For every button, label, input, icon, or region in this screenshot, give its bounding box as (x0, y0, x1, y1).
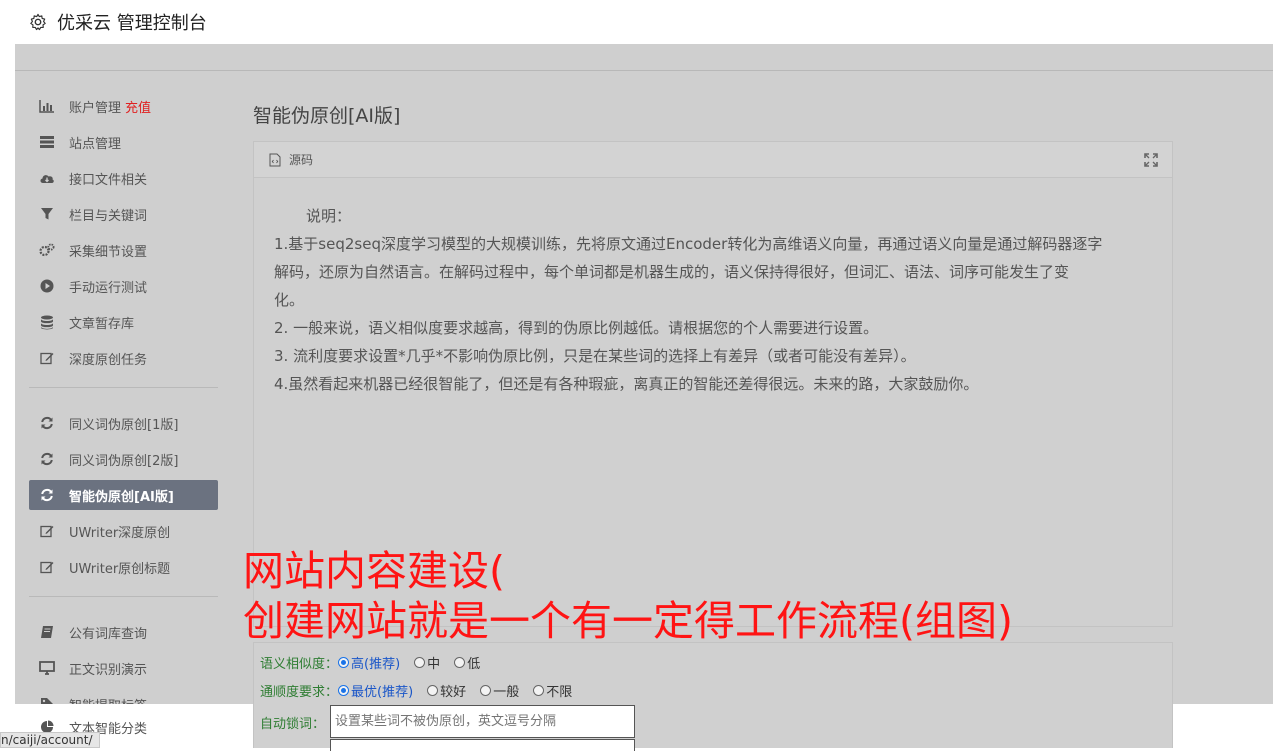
description-line: 化。 (274, 291, 305, 309)
panel-body: 说明： 1.基于seq2seq深度学习模型的大规模训练，先将原文通过Encode… (254, 178, 1172, 398)
sidebar-item-uwriter-deep[interactable]: UWriter深度原创 (29, 516, 218, 546)
description-line: 1.基于seq2seq深度学习模型的大规模训练，先将原文通过Encoder转化为… (274, 235, 1103, 253)
sidebar-item-label: 深度原创任务 (69, 352, 148, 368)
sidebar-item-account[interactable]: 账户管理 充值 (29, 91, 218, 121)
sidebar-item-uwriter-title[interactable]: UWriter原创标题 (29, 552, 218, 582)
sidebar-item-label: UWriter原创标题 (69, 561, 171, 577)
sidebar-item-interface-files[interactable]: 接口文件相关 (29, 163, 218, 193)
sidebar: 账户管理 充值 站点管理 接口文件相关 栏目与关键词 采集细节设置 手动运行测试 (29, 91, 218, 725)
sidebar-item-label: UWriter深度原创 (69, 525, 171, 541)
edit-icon (39, 523, 55, 539)
fluency-row: 通顺度要求： 最优(推荐) 较好 一般 不限 (260, 681, 586, 700)
fluency-label: 通顺度要求： (260, 685, 339, 700)
header-divider (15, 70, 1287, 71)
sidebar-item-columns-keywords[interactable]: 栏目与关键词 (29, 199, 218, 229)
book-icon (39, 624, 55, 640)
description-line: 4.虽然看起来机器已经很智能了，但还是有各种瑕疵，离真正的智能还差得很远。未来的… (274, 375, 979, 393)
overlay-caption-line2: 创建网站就是一个有一定得工作流程(组图) (243, 597, 1013, 645)
overlay-caption: 网站内容建设( 创建网站就是一个有一定得工作流程(组图) (243, 546, 1013, 646)
similarity-label: 语义相似度： (260, 657, 339, 672)
fluency-good-radio[interactable]: 较好 (427, 681, 466, 700)
edit-icon (39, 350, 55, 366)
bar-chart-icon (39, 98, 55, 114)
panel-header: 源码 (254, 142, 1172, 178)
status-url: n/caiji/account/ (0, 732, 100, 748)
sidebar-item-deep-original[interactable]: 深度原创任务 (29, 343, 218, 373)
sidebar-item-label: 站点管理 (69, 136, 122, 152)
refresh-icon (39, 415, 55, 431)
lock-words-label: 自动锁词： (260, 717, 326, 732)
refresh-icon (39, 451, 55, 467)
source-textarea[interactable] (330, 739, 635, 751)
recharge-link[interactable]: 充值 (125, 97, 151, 116)
sidebar-item-label: 栏目与关键词 (69, 208, 148, 224)
app-title: 优采云 管理控制台 (57, 13, 207, 34)
gear-icon[interactable] (29, 13, 47, 31)
fluency-best-radio[interactable]: 最优(推荐) (338, 681, 413, 700)
sidebar-item-synonym-v2[interactable]: 同义词伪原创[2版] (29, 444, 218, 474)
overlay-caption-line1: 网站内容建设( (243, 547, 505, 595)
fluency-any-radio[interactable]: 不限 (533, 681, 572, 700)
page-title: 智能伪原创[AI版] (253, 105, 401, 127)
description-line: 3. 流利度要求设置*几乎*不影响伪原比例，只是在某些词的选择上有差异（或者可能… (274, 347, 916, 365)
gears-icon (39, 242, 55, 258)
panel-header-label: 源码 (289, 153, 314, 167)
settings-form: 语义相似度： 高(推荐) 中 低 通顺度要求： 最优(推荐) 较好 一般 不限 … (253, 642, 1173, 751)
sidebar-item-label: 文章暂存库 (69, 316, 135, 332)
filter-icon (39, 206, 55, 222)
sidebar-item-label: 同义词伪原创[2版] (69, 453, 179, 469)
database-icon (39, 314, 55, 330)
lock-words-input[interactable] (330, 705, 635, 738)
scrollbar[interactable] (1273, 44, 1287, 748)
sidebar-item-synonym-v1[interactable]: 同义词伪原创[1版] (29, 408, 218, 438)
sidebar-item-ai-rewrite[interactable]: 智能伪原创[AI版] (29, 480, 218, 510)
sidebar-item-label: 账户管理 (69, 100, 122, 116)
sidebar-item-sites[interactable]: 站点管理 (29, 127, 218, 157)
file-code-icon (269, 153, 281, 166)
sidebar-divider (29, 596, 218, 597)
edit-icon (39, 559, 55, 575)
cloud-download-icon (39, 170, 55, 186)
description-heading: 说明： (306, 207, 352, 225)
sidebar-item-article-storage[interactable]: 文章暂存库 (29, 307, 218, 337)
sidebar-item-label: 正文识别演示 (69, 662, 148, 678)
sidebar-item-public-lexicon[interactable]: 公有词库查询 (29, 617, 218, 647)
description-line: 解码，还原为自然语言。在解码过程中，每个单词都是机器生成的，语义保持得很好，但词… (274, 263, 1070, 281)
similarity-row: 语义相似度： 高(推荐) 中 低 (260, 653, 494, 672)
sidebar-item-label: 智能伪原创[AI版] (69, 489, 174, 505)
sidebar-item-label: 手动运行测试 (69, 280, 148, 296)
expand-icon[interactable] (1144, 153, 1158, 167)
similarity-medium-radio[interactable]: 中 (414, 653, 440, 672)
sidebar-item-label: 公有词库查询 (69, 626, 148, 642)
lock-words-row: 自动锁词： (260, 713, 325, 732)
similarity-high-radio[interactable]: 高(推荐) (338, 653, 400, 672)
sidebar-item-collect-settings[interactable]: 采集细节设置 (29, 235, 218, 265)
top-header: 优采云 管理控制台 (15, 0, 1272, 44)
similarity-low-radio[interactable]: 低 (454, 653, 480, 672)
sidebar-item-label: 接口文件相关 (69, 172, 148, 188)
server-icon (39, 134, 55, 150)
sidebar-item-label: 采集细节设置 (69, 244, 148, 260)
refresh-icon (39, 487, 55, 503)
description-line: 2. 一般来说，语义相似度要求越高，得到的伪原比例越低。请根据您的个人需要进行设… (274, 319, 879, 337)
sidebar-item-text-recognition[interactable]: 正文识别演示 (29, 653, 218, 683)
desktop-icon (39, 660, 55, 676)
sidebar-item-manual-run[interactable]: 手动运行测试 (29, 271, 218, 301)
bottom-right-area (1174, 704, 1287, 748)
play-circle-icon (39, 278, 55, 294)
sidebar-divider (29, 387, 218, 388)
fluency-normal-radio[interactable]: 一般 (480, 681, 519, 700)
sidebar-item-label: 同义词伪原创[1版] (69, 417, 179, 433)
